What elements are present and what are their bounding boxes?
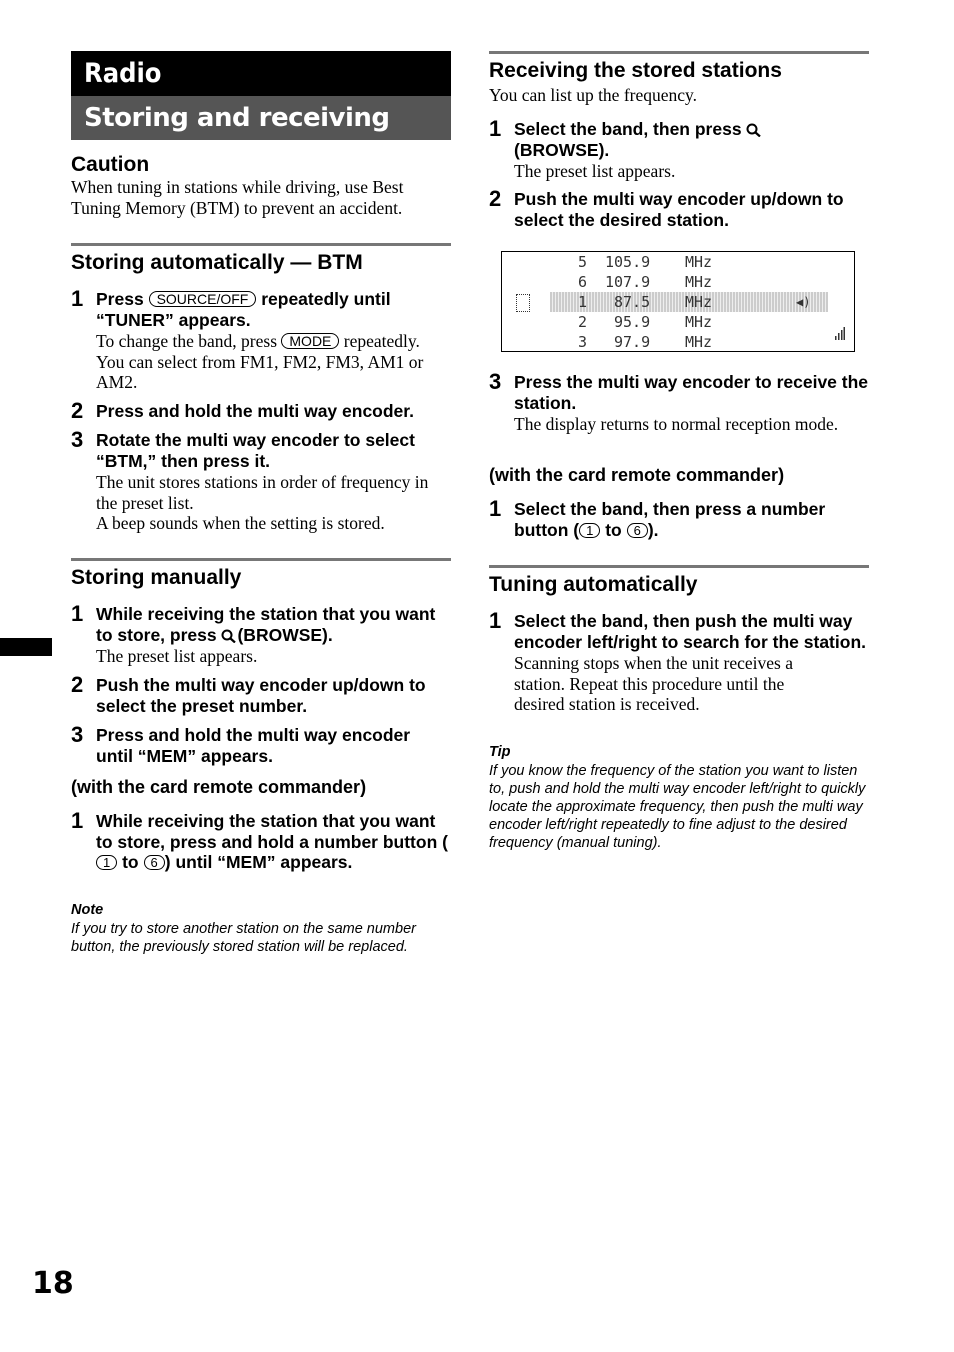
step-number: 1 [71, 286, 84, 311]
number-button-6-label: 6 [143, 855, 165, 870]
step-body: To change the band, press MODE repeatedl… [96, 331, 424, 392]
signal-icon [835, 327, 845, 340]
manual-heading: Storing manually [71, 566, 242, 589]
receive-step-3: 3 Press the multi way encoder to receive … [489, 369, 869, 435]
step-body: The unit stores stations in order of fre… [96, 472, 429, 513]
step-text: Push the multi way encoder up/down to se… [514, 189, 844, 230]
btm-heading: Storing automatically — BTM [71, 251, 363, 274]
manual-step-1: 1 While receiving the station that you wa… [71, 601, 451, 667]
note-heading: Note [71, 902, 104, 918]
step-number: 2 [71, 398, 84, 423]
step-number: 3 [71, 722, 84, 747]
manual-remote-step-1: 1 While receiving the station that you wa… [71, 808, 448, 872]
step-body: The preset list appears. [514, 161, 676, 181]
step-text: Press and hold the multi way encoder. [96, 401, 414, 421]
step-text: Rotate the multi way encoder to select “… [96, 430, 415, 471]
divider [71, 243, 451, 246]
page-title: Radio [71, 51, 451, 96]
section-title: Storing and receiving stations [71, 96, 451, 177]
search-icon [746, 123, 762, 137]
caution-text: When tuning in stations while driving, u… [71, 177, 404, 218]
btm-step-2: 2 Press and hold the multi way encoder. [71, 398, 451, 423]
note-text: If you try to store another station on t… [71, 921, 416, 955]
mode-button-label: MODE [281, 333, 340, 349]
step-number: 1 [489, 608, 502, 633]
step-number: 3 [489, 369, 502, 394]
display-row: 3 97.9 MHz [578, 333, 713, 351]
step-text: Select the band, then push the multi way… [514, 611, 866, 652]
divider [489, 565, 869, 568]
step-text: Press the multi way encoder to receive t… [514, 372, 869, 413]
display-row-selected: 1 87.5 MHz ◀) [550, 292, 828, 312]
divider [71, 558, 451, 561]
page-number: 18 [32, 1266, 74, 1301]
btm-step-3: 3 Rotate the multi way encoder to select … [71, 427, 451, 534]
step-text: Press [96, 289, 144, 309]
step-number: 1 [489, 116, 502, 141]
divider [489, 51, 869, 54]
step-text: (BROWSE). [237, 624, 333, 645]
display-row: 2 95.9 MHz [578, 313, 713, 331]
step-body: The preset list appears. [96, 646, 258, 666]
caution-heading: Caution [71, 153, 150, 176]
remote-subheading: (with the card remote commander) [489, 465, 785, 485]
band-icon [516, 294, 530, 312]
step-number: 1 [489, 496, 502, 521]
manual-step-2: 2 Push the multi way encoder up/down to s… [71, 672, 451, 716]
receive-heading: Receiving the stored stations [489, 59, 782, 82]
step-text: (BROWSE). [514, 139, 610, 160]
step-body: A beep sounds when the setting is stored… [96, 513, 385, 533]
step-text: Select the band, then press [514, 119, 742, 139]
receive-step-2: 2 Push the multi way encoder up/down to s… [489, 186, 869, 230]
step-number: 3 [71, 427, 84, 452]
btm-step-1: 1 Press SOURCE/OFF repeatedly until “TUN… [71, 286, 451, 393]
step-number: 1 [71, 601, 84, 626]
display-row: 6 107.9 MHz [578, 273, 713, 291]
tuning-step-1: 1 Select the band, then push the multi wa… [489, 608, 869, 715]
step-number: 2 [489, 186, 502, 211]
tuning-heading: Tuning automatically [489, 573, 698, 596]
receive-intro: You can list up the frequency. [489, 85, 698, 105]
step-number: 1 [71, 808, 84, 833]
step-text: ). [647, 519, 659, 540]
number-button-6-label: 6 [626, 522, 648, 538]
source-off-button-label: SOURCE/OFF [148, 291, 257, 307]
number-button-1-label: 1 [96, 855, 118, 870]
step-body: Scanning stops when the unit receives a … [514, 653, 793, 714]
step-text: Push the multi way encoder up/down to se… [96, 675, 426, 716]
tip-heading: Tip [489, 744, 511, 760]
speaker-icon: ◀) [796, 295, 811, 309]
manual-page: Radio Storing and receiving stations Cau… [0, 0, 954, 1352]
preset-list-display: 5 105.9 MHz 6 107.9 MHz 1 87.5 MHz ◀) 2 95.9 MHz … [501, 251, 855, 352]
number-button-1-label: 1 [579, 522, 601, 538]
step-text: Select the band, then press a number but… [514, 499, 826, 540]
search-icon [221, 629, 237, 643]
step-text: Press and hold the multi way encoder unt… [96, 725, 411, 766]
receive-remote-step-1: 1 Select the band, then press a number bu… [489, 496, 826, 540]
manual-step-3: 3 Press and hold the multi way encoder un… [71, 722, 451, 766]
step-number: 2 [71, 672, 84, 697]
step-body: The display returns to normal reception … [514, 414, 839, 434]
section-tab-marker [0, 638, 52, 656]
tip-text: If you know the frequency of the station… [489, 763, 866, 851]
step-text: While receiving the station that you wan… [96, 811, 448, 852]
remote-subheading: (with the card remote commander) [71, 777, 367, 797]
receive-step-1: 1 Select the band, then press (BROWSE). T… [489, 116, 869, 182]
step-text: ) until “MEM” appears. [164, 852, 353, 872]
display-row: 5 105.9 MHz [578, 253, 713, 271]
